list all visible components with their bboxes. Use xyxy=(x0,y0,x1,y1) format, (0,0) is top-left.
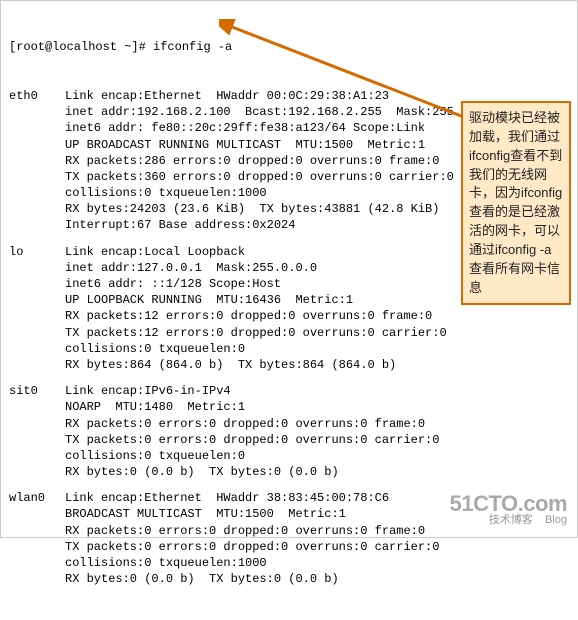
shell-prompt: [root@localhost ~]# xyxy=(9,40,153,54)
interface-name: sit0 xyxy=(9,383,65,399)
interface-details: Link encap:IPv6-in-IPv4 NOARP MTU:1480 M… xyxy=(65,383,439,480)
callout-text: 驱动模块已经被加载，我们通过ifconfig查看不到我们的无线网卡，因为ifco… xyxy=(469,110,562,295)
annotation-callout: 驱动模块已经被加载，我们通过ifconfig查看不到我们的无线网卡，因为ifco… xyxy=(461,101,571,305)
watermark-big: 51CTO.com xyxy=(450,492,567,515)
interface-details: Link encap:Ethernet HWaddr 00:0C:29:38:A… xyxy=(65,88,526,234)
interface-name: lo xyxy=(9,244,65,260)
watermark: 51CTO.com 技术博客 Blog xyxy=(446,490,571,529)
watermark-small: 技术博客 Blog xyxy=(450,515,567,527)
interface-name: eth0 xyxy=(9,88,65,104)
interface-name: wlan0 xyxy=(9,490,65,506)
command-text: ifconfig -a xyxy=(153,40,232,54)
interface-details: Link encap:Local Loopback inet addr:127.… xyxy=(65,244,447,374)
interface-block: sit0Link encap:IPv6-in-IPv4 NOARP MTU:14… xyxy=(9,383,569,480)
interface-details: Link encap:Ethernet HWaddr 38:83:45:00:7… xyxy=(65,490,439,587)
prompt-line: [root@localhost ~]# ifconfig -a xyxy=(9,39,569,55)
